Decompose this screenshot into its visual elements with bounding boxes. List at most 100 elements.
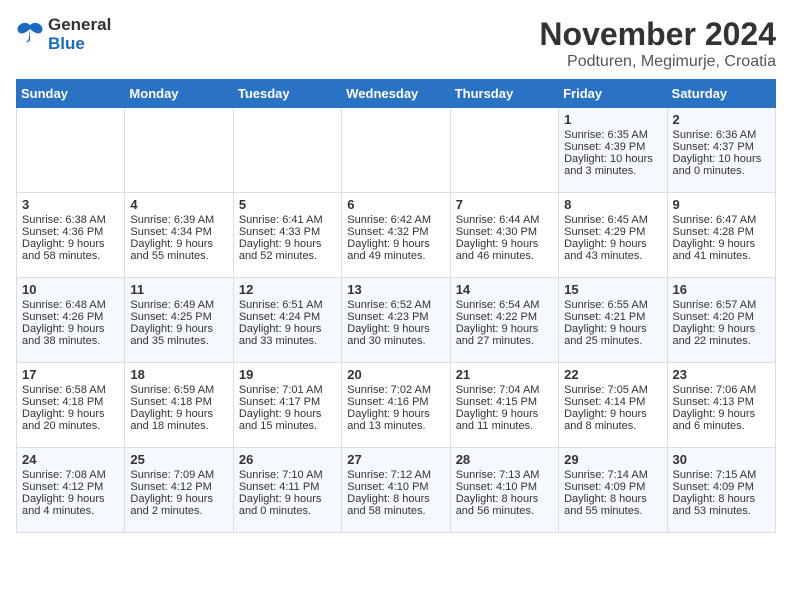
calendar-cell: 12Sunrise: 6:51 AMSunset: 4:24 PMDayligh… — [233, 278, 341, 363]
day-info-line: and 35 minutes. — [130, 335, 227, 347]
day-info-line: Sunset: 4:18 PM — [130, 396, 227, 408]
calendar-cell: 19Sunrise: 7:01 AMSunset: 4:17 PMDayligh… — [233, 363, 341, 448]
day-info-line: and 38 minutes. — [22, 335, 119, 347]
day-info-line: and 0 minutes. — [673, 165, 770, 177]
calendar-cell: 8Sunrise: 6:45 AMSunset: 4:29 PMDaylight… — [559, 193, 667, 278]
logo-general: General — [48, 15, 111, 34]
day-number: 16 — [673, 282, 770, 297]
day-info-line: and 33 minutes. — [239, 335, 336, 347]
day-info-line: and 52 minutes. — [239, 250, 336, 262]
calendar-cell: 20Sunrise: 7:02 AMSunset: 4:16 PMDayligh… — [342, 363, 450, 448]
day-info-line: and 41 minutes. — [673, 250, 770, 262]
weekday-header-monday: Monday — [125, 80, 233, 108]
calendar-cell — [450, 108, 558, 193]
calendar-cell: 6Sunrise: 6:42 AMSunset: 4:32 PMDaylight… — [342, 193, 450, 278]
calendar-cell: 10Sunrise: 6:48 AMSunset: 4:26 PMDayligh… — [17, 278, 125, 363]
week-row-5: 24Sunrise: 7:08 AMSunset: 4:12 PMDayligh… — [17, 448, 776, 533]
day-info-line: Sunset: 4:17 PM — [239, 396, 336, 408]
calendar-cell: 18Sunrise: 6:59 AMSunset: 4:18 PMDayligh… — [125, 363, 233, 448]
calendar-cell: 3Sunrise: 6:38 AMSunset: 4:36 PMDaylight… — [17, 193, 125, 278]
day-info-line: Sunrise: 7:09 AM — [130, 469, 227, 481]
day-number: 18 — [130, 367, 227, 382]
calendar-cell: 27Sunrise: 7:12 AMSunset: 4:10 PMDayligh… — [342, 448, 450, 533]
day-info-line: Sunset: 4:37 PM — [673, 141, 770, 153]
page-header: General Blue November 2024 Podturen, Meg… — [16, 16, 776, 71]
day-info-line: and 2 minutes. — [130, 505, 227, 517]
day-info-line: Sunset: 4:12 PM — [22, 481, 119, 493]
day-info-line: and 49 minutes. — [347, 250, 444, 262]
day-info-line: Sunset: 4:10 PM — [347, 481, 444, 493]
day-number: 28 — [456, 452, 553, 467]
day-info-line: and 58 minutes. — [22, 250, 119, 262]
calendar-cell: 15Sunrise: 6:55 AMSunset: 4:21 PMDayligh… — [559, 278, 667, 363]
day-info-line: Sunrise: 6:55 AM — [564, 299, 661, 311]
day-info-line: Sunrise: 7:13 AM — [456, 469, 553, 481]
calendar-cell: 30Sunrise: 7:15 AMSunset: 4:09 PMDayligh… — [667, 448, 775, 533]
calendar-cell — [125, 108, 233, 193]
day-number: 19 — [239, 367, 336, 382]
day-number: 2 — [673, 112, 770, 127]
day-info-line: Sunrise: 7:04 AM — [456, 384, 553, 396]
day-info-line: and 43 minutes. — [564, 250, 661, 262]
day-info-line: Sunset: 4:39 PM — [564, 141, 661, 153]
day-number: 15 — [564, 282, 661, 297]
calendar-cell: 2Sunrise: 6:36 AMSunset: 4:37 PMDaylight… — [667, 108, 775, 193]
logo-bird-icon — [16, 21, 44, 48]
day-info-line: Daylight: 8 hours — [347, 493, 444, 505]
day-info-line: Daylight: 9 hours — [347, 408, 444, 420]
day-info-line: Sunset: 4:30 PM — [456, 226, 553, 238]
day-info-line: and 8 minutes. — [564, 420, 661, 432]
day-info-line: Sunset: 4:16 PM — [347, 396, 444, 408]
day-info-line: Daylight: 9 hours — [130, 323, 227, 335]
day-info-line: and 20 minutes. — [22, 420, 119, 432]
day-info-line: Sunrise: 7:14 AM — [564, 469, 661, 481]
day-number: 30 — [673, 452, 770, 467]
calendar-cell: 7Sunrise: 6:44 AMSunset: 4:30 PMDaylight… — [450, 193, 558, 278]
day-info-line: Sunrise: 7:01 AM — [239, 384, 336, 396]
day-info-line: Sunset: 4:33 PM — [239, 226, 336, 238]
day-number: 27 — [347, 452, 444, 467]
day-info-line: Daylight: 9 hours — [22, 493, 119, 505]
day-number: 17 — [22, 367, 119, 382]
day-info-line: Daylight: 9 hours — [130, 408, 227, 420]
day-info-line: Sunset: 4:15 PM — [456, 396, 553, 408]
day-info-line: Daylight: 8 hours — [673, 493, 770, 505]
day-info-line: and 46 minutes. — [456, 250, 553, 262]
day-number: 23 — [673, 367, 770, 382]
day-info-line: and 11 minutes. — [456, 420, 553, 432]
calendar-cell: 26Sunrise: 7:10 AMSunset: 4:11 PMDayligh… — [233, 448, 341, 533]
day-info-line: and 53 minutes. — [673, 505, 770, 517]
day-info-line: and 25 minutes. — [564, 335, 661, 347]
week-row-2: 3Sunrise: 6:38 AMSunset: 4:36 PMDaylight… — [17, 193, 776, 278]
day-info-line: Sunrise: 6:35 AM — [564, 129, 661, 141]
day-info-line: and 56 minutes. — [456, 505, 553, 517]
day-info-line: Sunrise: 6:48 AM — [22, 299, 119, 311]
weekday-header-friday: Friday — [559, 80, 667, 108]
day-info-line: Daylight: 9 hours — [564, 323, 661, 335]
day-info-line: Daylight: 8 hours — [456, 493, 553, 505]
day-number: 7 — [456, 197, 553, 212]
day-number: 13 — [347, 282, 444, 297]
weekday-header-wednesday: Wednesday — [342, 80, 450, 108]
day-info-line: Sunset: 4:12 PM — [130, 481, 227, 493]
weekday-header-row: SundayMondayTuesdayWednesdayThursdayFrid… — [17, 80, 776, 108]
day-info-line: Daylight: 9 hours — [239, 493, 336, 505]
day-info-line: Daylight: 9 hours — [22, 238, 119, 250]
day-info-line: Sunrise: 6:54 AM — [456, 299, 553, 311]
calendar-title: November 2024 — [539, 16, 776, 53]
calendar-cell: 24Sunrise: 7:08 AMSunset: 4:12 PMDayligh… — [17, 448, 125, 533]
day-info-line: and 18 minutes. — [130, 420, 227, 432]
day-info-line: and 55 minutes. — [130, 250, 227, 262]
day-info-line: Sunset: 4:23 PM — [347, 311, 444, 323]
day-info-line: Sunrise: 6:42 AM — [347, 214, 444, 226]
day-info-line: Sunset: 4:10 PM — [456, 481, 553, 493]
calendar-table: SundayMondayTuesdayWednesdayThursdayFrid… — [16, 79, 776, 533]
day-info-line: Sunset: 4:09 PM — [673, 481, 770, 493]
day-info-line: Sunset: 4:29 PM — [564, 226, 661, 238]
day-info-line: Daylight: 10 hours — [564, 153, 661, 165]
day-number: 4 — [130, 197, 227, 212]
day-info-line: and 22 minutes. — [673, 335, 770, 347]
day-info-line: Sunrise: 6:39 AM — [130, 214, 227, 226]
day-info-line: Sunrise: 7:02 AM — [347, 384, 444, 396]
day-info-line: Daylight: 9 hours — [130, 238, 227, 250]
